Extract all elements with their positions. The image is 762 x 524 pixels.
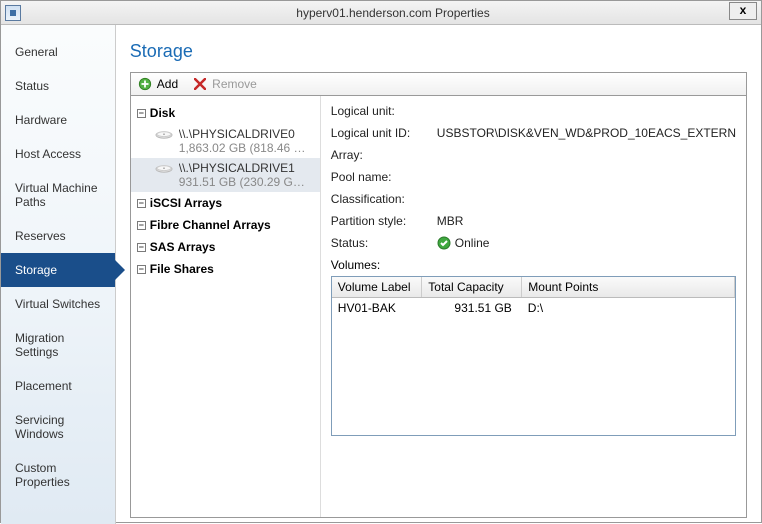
collapse-icon[interactable]: − (137, 109, 146, 118)
label-pool: Pool name: (331, 170, 437, 184)
tree-node-label: File Shares (150, 262, 214, 276)
value-status: Online (455, 236, 736, 250)
value-partition-style: MBR (437, 214, 736, 228)
add-icon[interactable] (137, 76, 153, 92)
sidebar-item-storage[interactable]: Storage (1, 253, 115, 287)
label-logical-unit: Logical unit: (331, 104, 437, 118)
label-partition-style: Partition style: (331, 214, 437, 228)
sidebar-item-migration-settings[interactable]: Migration Settings (1, 321, 115, 369)
sidebar-item-label: General (15, 45, 58, 59)
cell-volume-label: HV01-BAK (332, 298, 422, 319)
drive-size: 1,863.02 GB (818.46 G... (179, 141, 311, 155)
sidebar-item-host-access[interactable]: Host Access (1, 137, 115, 171)
remove-button: Remove (212, 77, 257, 91)
app-icon (5, 5, 21, 21)
sidebar-item-servicing-windows[interactable]: Servicing Windows (1, 403, 115, 451)
sidebar: General Status Hardware Host Access Virt… (1, 25, 116, 524)
sidebar-item-label: Servicing Windows (15, 413, 64, 441)
sidebar-item-label: Custom Properties (15, 461, 70, 489)
label-array: Array: (331, 148, 437, 162)
title-bar: hyperv01.henderson.com Properties x (1, 1, 761, 25)
sidebar-item-reserves[interactable]: Reserves (1, 219, 115, 253)
drive-item-0[interactable]: \\.\PHYSICALDRIVE0 1,863.02 GB (818.46 G… (131, 124, 320, 158)
col-volume-label[interactable]: Volume Label (332, 277, 422, 298)
tree-node-fibre[interactable]: − Fibre Channel Arrays (131, 214, 320, 236)
sidebar-item-label: Virtual Machine Paths (15, 181, 98, 209)
sidebar-item-vm-paths[interactable]: Virtual Machine Paths (1, 171, 115, 219)
collapse-icon[interactable]: − (137, 243, 146, 252)
sidebar-item-status[interactable]: Status (1, 69, 115, 103)
col-total-capacity[interactable]: Total Capacity (422, 277, 522, 298)
disk-icon (155, 163, 173, 173)
label-volumes: Volumes: (331, 258, 736, 272)
tree-node-label: iSCSI Arrays (150, 196, 222, 210)
toolbar: Add Remove (130, 72, 747, 96)
sidebar-item-placement[interactable]: Placement (1, 369, 115, 403)
sidebar-item-label: Placement (15, 379, 72, 393)
sidebar-item-label: Reserves (15, 229, 66, 243)
sidebar-item-label: Host Access (15, 147, 81, 161)
storage-tree: − Disk \\.\PHYSICALDRIVE0 1,863.02 GB (8… (131, 96, 321, 517)
drive-name: \\.\PHYSICALDRIVE0 (179, 127, 311, 141)
sidebar-item-label: Hardware (15, 113, 67, 127)
tree-node-disk[interactable]: − Disk (131, 102, 320, 124)
page-title: Storage (130, 41, 747, 62)
sidebar-item-label: Storage (15, 263, 57, 277)
sidebar-item-label: Virtual Switches (15, 297, 100, 311)
volumes-table: Volume Label Total Capacity Mount Points… (331, 276, 736, 436)
volume-row[interactable]: HV01-BAK 931.51 GB D:\ (332, 298, 735, 319)
sidebar-item-hardware[interactable]: Hardware (1, 103, 115, 137)
main-panel: Storage Add Remove − Disk (116, 25, 761, 524)
status-ok-icon (437, 236, 451, 250)
close-button[interactable]: x (729, 2, 757, 20)
collapse-icon[interactable]: − (137, 221, 146, 230)
drive-size: 931.51 GB (230.29 GB... (179, 175, 311, 189)
drive-name: \\.\PHYSICALDRIVE1 (179, 161, 311, 175)
sidebar-item-general[interactable]: General (1, 35, 115, 69)
drive-item-1[interactable]: \\.\PHYSICALDRIVE1 931.51 GB (230.29 GB.… (131, 158, 320, 192)
tree-node-label: Fibre Channel Arrays (150, 218, 271, 232)
label-classification: Classification: (331, 192, 437, 206)
sidebar-item-label: Status (15, 79, 49, 93)
collapse-icon[interactable]: − (137, 265, 146, 274)
cell-mount-points: D:\ (522, 298, 735, 319)
detail-panel: Logical unit: Logical unit ID:USBSTOR\DI… (321, 96, 746, 517)
value-logical-unit-id: USBSTOR\DISK&VEN_WD&PROD_10EACS_EXTERN (437, 126, 736, 140)
tree-node-iscsi[interactable]: − iSCSI Arrays (131, 192, 320, 214)
disk-icon (155, 129, 173, 139)
add-button[interactable]: Add (157, 77, 178, 91)
tree-node-label: SAS Arrays (150, 240, 216, 254)
col-mount-points[interactable]: Mount Points (522, 277, 735, 298)
label-status: Status: (331, 236, 437, 250)
window-title: hyperv01.henderson.com Properties (25, 6, 761, 20)
sidebar-item-label: Migration Settings (15, 331, 64, 359)
sidebar-item-custom-properties[interactable]: Custom Properties (1, 451, 115, 499)
tree-node-file-shares[interactable]: − File Shares (131, 258, 320, 280)
remove-icon (192, 76, 208, 92)
cell-total-capacity: 931.51 GB (422, 298, 522, 319)
tree-node-sas[interactable]: − SAS Arrays (131, 236, 320, 258)
collapse-icon[interactable]: − (137, 199, 146, 208)
label-logical-unit-id: Logical unit ID: (331, 126, 437, 140)
tree-node-label: Disk (150, 106, 175, 120)
sidebar-item-virtual-switches[interactable]: Virtual Switches (1, 287, 115, 321)
